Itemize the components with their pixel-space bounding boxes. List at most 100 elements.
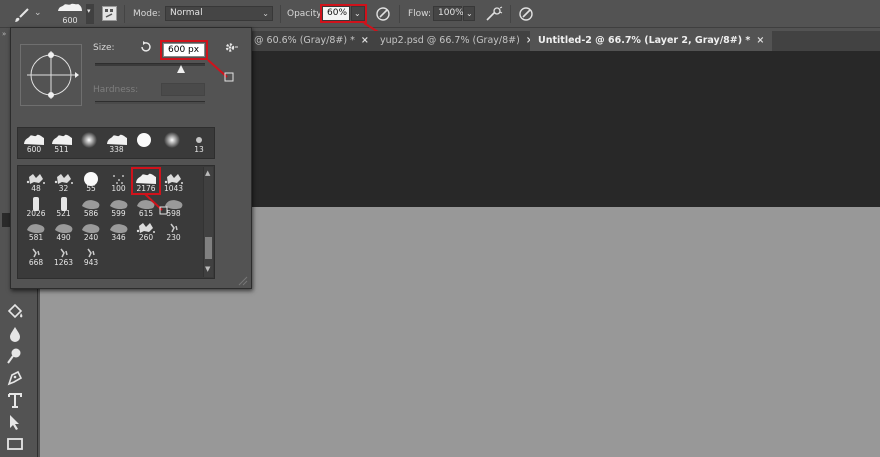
brush-tool-icon[interactable] [14,7,30,23]
brush-preset-picker-button[interactable]: 600 [54,2,86,26]
brush-size-label: 338 [109,145,124,154]
hardness-slider [95,101,205,104]
mode-label: Mode: [133,9,161,19]
brush-preset[interactable]: 668 [24,243,48,267]
brush-preset[interactable]: 48 [24,169,48,193]
brush-preset[interactable]: 599 [107,194,131,218]
size-label: Size: [93,43,115,53]
divider [280,5,281,23]
brush-preset[interactable]: 240 [79,218,103,242]
brush-size-label: 230 [166,233,181,242]
mode-select[interactable]: Normal ⌄ [165,6,273,21]
divider [510,5,511,23]
options-bar: ⌄ 600 ▾ Mode: Normal ⌄ Opacity: 60% ⌄ Fl… [0,0,880,28]
tab-label: @ 60.6% (Gray/8#) * [254,35,355,46]
brush-preset[interactable]: 2026 [24,194,48,218]
tool-slot[interactable] [2,258,10,270]
flow-value: 100% [438,8,464,18]
pasteboard-area [250,51,880,207]
brush-preset[interactable]: 2176 [131,167,161,195]
brush-preset[interactable]: 521 [52,194,76,218]
document-tab-bar: @ 60.6% (Gray/8#) * × yup2.psd @ 66.7% (G… [250,31,880,51]
panel-collapse-icon[interactable]: » [2,30,6,38]
recent-brush-preset[interactable]: 338 [105,130,129,154]
tab-label: yup2.psd @ 66.7% (Gray/8#) [380,35,520,46]
close-icon[interactable]: × [361,35,369,46]
brush-preset[interactable]: 490 [52,218,76,242]
brush-roundness-crosshair-icon [27,51,79,99]
brush-size-label: 13 [194,145,204,154]
panel-settings-gear-icon[interactable] [224,41,239,54]
soft-round-brush-icon [163,132,180,148]
flow-field[interactable]: 100% [433,6,464,21]
tab-untitled-2[interactable]: Untitled-2 @ 66.7% (Layer 2, Gray/8#) * × [530,31,773,51]
annotation-arrow [144,193,168,215]
rectangle-tool-icon[interactable] [5,434,25,454]
brush-size-label: 511 [54,145,69,154]
blur-tool-icon[interactable] [5,324,25,344]
recent-brush-preset[interactable] [77,130,101,154]
recent-brush-preset[interactable]: 511 [50,130,74,154]
brush-preset[interactable]: 230 [162,218,186,242]
brush-preset-picker-panel: Size: 600 px Hardness: 600 511 338 13 48 32 5… [10,27,252,289]
brush-preset[interactable]: 1263 [52,243,76,267]
airbrush-icon[interactable] [485,6,503,22]
size-slider[interactable] [95,63,205,66]
size-highlight-annotation [160,40,208,60]
reset-size-icon[interactable] [139,41,152,54]
size-slider-thumb[interactable] [176,65,185,73]
tab-label: Untitled-2 @ 66.7% (Layer 2, Gray/8#) * [538,35,751,46]
recent-brushes-strip: 600 511 338 13 [17,127,215,159]
brush-settings-panel-button[interactable] [102,6,117,21]
close-icon[interactable]: × [756,35,764,46]
brush-highlight-annotation [131,167,161,195]
dodge-tool-icon[interactable] [5,346,25,366]
brush-preset[interactable]: 1043 [162,169,186,193]
brush-preset[interactable]: 346 [107,218,131,242]
brush-preset[interactable]: 100 [107,169,131,193]
tool-preset-chevron-icon[interactable]: ⌄ [34,8,42,18]
resize-grip-icon[interactable] [237,275,249,287]
scroll-up-icon[interactable]: ▲ [205,169,210,177]
paint-bucket-tool-icon[interactable] [5,302,25,322]
recent-brush-preset[interactable] [132,130,156,154]
recent-brush-preset[interactable]: 600 [22,130,46,154]
divider [124,5,125,23]
pen-tool-icon[interactable] [5,368,25,388]
brush-preset[interactable]: 55 [79,169,103,193]
brush-picker-dropdown-arrow[interactable]: ▾ [86,4,94,24]
brush-tip-thumbnail-icon [58,3,82,12]
brush-preset[interactable]: 943 [79,243,103,267]
tool-slot[interactable] [2,213,10,227]
type-tool-icon[interactable] [5,390,25,410]
flow-dropdown-button[interactable]: ⌄ [463,6,475,21]
brush-size-label: 943 [83,257,99,267]
path-selection-tool-icon[interactable] [5,412,25,432]
pressure-size-icon[interactable] [518,6,534,22]
recent-brush-preset[interactable]: 13 [187,130,211,154]
brush-preset[interactable]: 586 [79,194,103,218]
soft-round-brush-icon [81,132,97,148]
flow-label: Flow: [408,9,432,19]
brush-preset[interactable]: 32 [52,169,76,193]
hard-round-brush-icon [137,133,151,147]
brush-preset[interactable]: 581 [24,218,48,242]
brush-preset[interactable]: 260 [134,218,158,242]
hardness-input [161,83,205,96]
tab-yup2[interactable]: yup2.psd @ 66.7% (Gray/8#)× [380,31,534,51]
brush-panel-icon [105,9,113,18]
chevron-down-icon: ⌄ [262,9,269,18]
hardness-label: Hardness: [93,85,139,95]
brush-presets-grid: 48 32 55 100 2176 1043 2026 521 586 599 615 598 581 4… [17,165,215,279]
tab-document-1[interactable]: @ 60.6% (Gray/8#) * × [254,31,369,51]
opacity-label: Opacity: [287,9,324,19]
presets-scrollbar[interactable]: ▲ ▼ [203,167,213,277]
brush-size-readout: 600 [62,16,78,25]
annotation-arrow [207,59,234,82]
chevron-down-icon: ⌄ [466,9,473,18]
scroll-down-icon[interactable]: ▼ [205,265,210,273]
scrollbar-thumb[interactable] [205,237,212,259]
mode-value: Normal [170,8,203,18]
recent-brush-preset[interactable] [160,130,184,154]
brush-angle-preview[interactable] [20,44,82,106]
